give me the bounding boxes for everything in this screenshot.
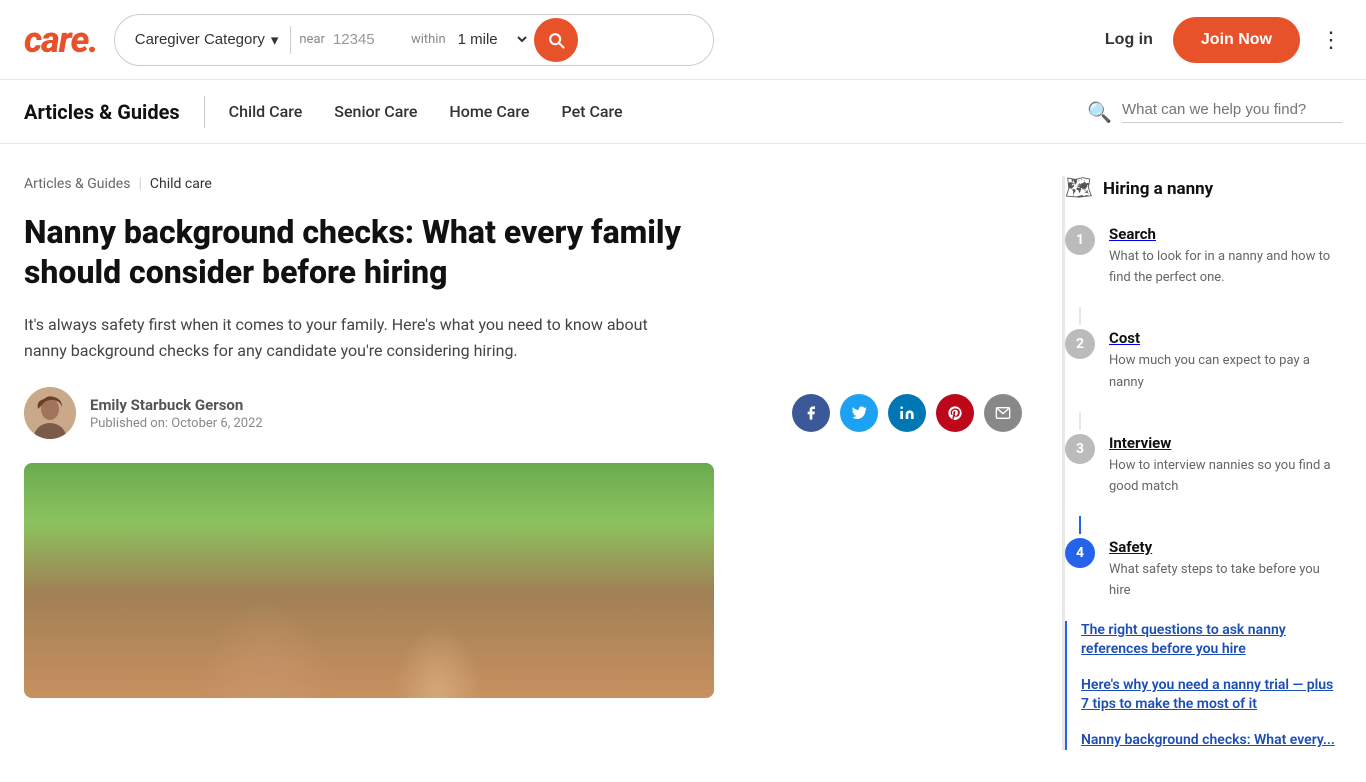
step-2-link[interactable]: Cost xyxy=(1109,329,1342,347)
share-twitter-button[interactable] xyxy=(840,394,878,432)
step-number-3: 3 xyxy=(1065,434,1095,464)
nav-home-care[interactable]: Home Care xyxy=(449,102,529,121)
step-3-content: Interview How to interview nannies so yo… xyxy=(1109,434,1342,496)
nav-divider xyxy=(204,96,205,128)
step-2-title: Cost xyxy=(1109,329,1342,347)
nav-search-icon: 🔍 xyxy=(1087,100,1112,124)
table-of-contents: 🗺 Hiring a nanny 1 Search What to look f… xyxy=(1062,176,1342,750)
article-subtitle: It's always safety first when it comes t… xyxy=(24,312,694,363)
sub-link-2[interactable]: Here's why you need a nanny trial — plus… xyxy=(1081,676,1342,715)
more-icon: ⋮ xyxy=(1320,27,1342,52)
join-button[interactable]: Join Now xyxy=(1173,17,1300,63)
step-2-content: Cost How much you can expect to pay a na… xyxy=(1109,329,1342,391)
chevron-down-icon: ▾ xyxy=(271,31,279,49)
distance-select[interactable]: 1 mile 5 miles 10 miles 25 miles 50 mile… xyxy=(454,30,530,49)
step-number-2: 2 xyxy=(1065,329,1095,359)
sub-link-3[interactable]: Nanny background checks: What every... xyxy=(1081,731,1342,751)
category-label: Caregiver Category xyxy=(135,31,265,48)
header-right: Log in Join Now ⋮ xyxy=(1105,17,1342,63)
search-icon xyxy=(546,30,566,50)
author-name: Emily Starbuck Gerson xyxy=(90,396,263,414)
pinterest-icon xyxy=(947,405,963,421)
breadcrumb-separator: | xyxy=(138,176,141,192)
hero-photo xyxy=(24,463,714,698)
toc-title: Hiring a nanny xyxy=(1103,179,1213,199)
connector-2 xyxy=(1079,412,1081,430)
share-email-button[interactable] xyxy=(984,394,1022,432)
step-1-title: Search xyxy=(1109,225,1342,243)
step-3-desc: How to interview nannies so you find a g… xyxy=(1109,458,1331,494)
toc-sub-links: The right questions to ask nanny referen… xyxy=(1065,621,1342,751)
zip-input[interactable] xyxy=(333,31,403,48)
breadcrumb-child-care[interactable]: Child care xyxy=(150,176,212,192)
author-date: Published on: October 6, 2022 xyxy=(90,416,263,431)
twitter-icon xyxy=(851,405,867,421)
connector-3 xyxy=(1079,516,1081,534)
social-icons xyxy=(792,394,1022,432)
step-4-content: Safety What safety steps to take before … xyxy=(1109,538,1342,600)
step-4-title: Safety xyxy=(1109,538,1342,556)
join-label: Join Now xyxy=(1201,31,1272,48)
step-4-desc: What safety steps to take before you hir… xyxy=(1109,562,1320,598)
step-1-content: Search What to look for in a nanny and h… xyxy=(1109,225,1342,287)
step-number-1: 1 xyxy=(1065,225,1095,255)
more-menu-button[interactable]: ⋮ xyxy=(1320,29,1342,51)
connector-1 xyxy=(1079,307,1081,325)
nav-pet-care[interactable]: Pet Care xyxy=(561,102,622,121)
step-4-link[interactable]: Safety xyxy=(1109,538,1342,556)
step-number-4: 4 xyxy=(1065,538,1095,568)
toc-step-1: 1 Search What to look for in a nanny and… xyxy=(1065,225,1342,287)
category-dropdown[interactable]: Caregiver Category ▾ xyxy=(123,31,291,49)
author-details: Emily Starbuck Gerson Published on: Octo… xyxy=(90,396,263,431)
article-hero-image xyxy=(24,463,714,698)
logo-text: care. xyxy=(24,19,98,61)
logo[interactable]: care. xyxy=(24,19,98,61)
share-pinterest-button[interactable] xyxy=(936,394,974,432)
step-1-desc: What to look for in a nanny and how to f… xyxy=(1109,249,1330,285)
step-1-link[interactable]: Search xyxy=(1109,225,1342,243)
author-row: Emily Starbuck Gerson Published on: Octo… xyxy=(24,387,1022,439)
nav-search: 🔍 xyxy=(1087,100,1342,124)
email-icon xyxy=(995,405,1011,421)
nav-search-input[interactable] xyxy=(1122,101,1342,123)
toc-step-2: 2 Cost How much you can expect to pay a … xyxy=(1065,329,1342,391)
breadcrumb-articles[interactable]: Articles & Guides xyxy=(24,176,130,192)
search-bar: Caregiver Category ▾ near within 1 mile … xyxy=(114,14,714,66)
toc-header: 🗺 Hiring a nanny xyxy=(1065,176,1342,201)
map-icon: 🗺 xyxy=(1065,176,1093,201)
sidebar: 🗺 Hiring a nanny 1 Search What to look f… xyxy=(1062,176,1342,750)
article-title: Nanny background checks: What every fami… xyxy=(24,212,724,292)
main-content: Articles & Guides | Child care Nanny bac… xyxy=(0,144,1366,782)
author-avatar xyxy=(24,387,76,439)
breadcrumb: Articles & Guides | Child care xyxy=(24,176,1022,192)
step-3-link[interactable]: Interview xyxy=(1109,434,1342,452)
step-2-desc: How much you can expect to pay a nanny xyxy=(1109,353,1310,389)
facebook-icon xyxy=(803,405,819,421)
share-facebook-button[interactable] xyxy=(792,394,830,432)
articles-guides-title: Articles & Guides xyxy=(24,100,180,124)
near-label: near xyxy=(291,32,333,47)
step-3-title: Interview xyxy=(1109,434,1342,452)
nav-child-care[interactable]: Child Care xyxy=(229,102,303,121)
nav-senior-care[interactable]: Senior Care xyxy=(334,102,417,121)
avatar-image xyxy=(24,387,76,439)
nav-bar: Articles & Guides Child Care Senior Care… xyxy=(0,80,1366,144)
linkedin-icon xyxy=(899,405,915,421)
search-button[interactable] xyxy=(534,18,578,62)
article-area: Articles & Guides | Child care Nanny bac… xyxy=(24,176,1022,750)
share-linkedin-button[interactable] xyxy=(888,394,926,432)
within-label: within xyxy=(403,32,454,47)
login-button[interactable]: Log in xyxy=(1105,31,1153,49)
sub-link-1[interactable]: The right questions to ask nanny referen… xyxy=(1081,621,1342,660)
author-info: Emily Starbuck Gerson Published on: Octo… xyxy=(24,387,263,439)
login-label: Log in xyxy=(1105,31,1153,48)
header: care. Caregiver Category ▾ near within 1… xyxy=(0,0,1366,80)
nav-links: Child Care Senior Care Home Care Pet Car… xyxy=(229,102,623,121)
toc-step-4: 4 Safety What safety steps to take befor… xyxy=(1065,538,1342,600)
toc-step-3: 3 Interview How to interview nannies so … xyxy=(1065,434,1342,496)
